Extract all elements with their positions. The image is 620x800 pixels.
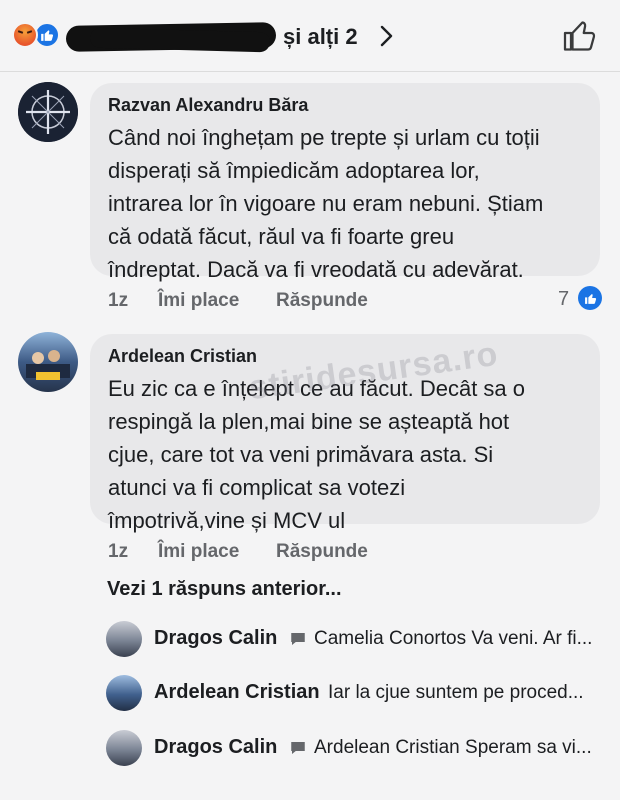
reply-author[interactable]: Dragos Calin xyxy=(154,627,277,650)
reply-arrow-icon xyxy=(291,633,305,645)
chevron-right-icon[interactable] xyxy=(374,24,398,48)
like-button[interactable]: Îmi place xyxy=(158,541,239,563)
group-photo-icon xyxy=(26,350,70,380)
reply-button[interactable]: Răspunde xyxy=(276,290,368,312)
comment-text: Eu zic ca e înțelept ce au făcut. Decât … xyxy=(108,376,526,533)
like-button[interactable]: Îmi place xyxy=(158,290,239,312)
others-count-label[interactable]: și alți 2 xyxy=(283,24,358,50)
reply-row[interactable]: Dragos Calin Ardelean Cristian Speram sa… xyxy=(106,730,606,766)
avatar[interactable] xyxy=(106,730,142,766)
avatar[interactable] xyxy=(18,332,78,392)
reply-row[interactable]: Dragos Calin Camelia Conortos Va veni. A… xyxy=(106,621,606,657)
reply-button[interactable]: Răspunde xyxy=(276,541,368,563)
reply-author[interactable]: Ardelean Cristian xyxy=(154,681,320,704)
comment-bubble: Razvan Alexandru Băra Când noi înghețam … xyxy=(90,83,600,282)
cross-emblem-icon xyxy=(18,82,78,142)
comment-author[interactable]: Razvan Alexandru Băra xyxy=(108,93,582,117)
like-badge-icon[interactable] xyxy=(578,286,602,310)
reply-row[interactable]: Ardelean Cristian Iar la cjue suntem pe … xyxy=(106,675,606,711)
reply-text: Ardelean Cristian Speram sa vi... xyxy=(314,737,592,758)
avatar[interactable] xyxy=(106,621,142,657)
comment-text: Când noi înghețam pe trepte și urlam cu … xyxy=(108,125,544,282)
reply-author[interactable]: Dragos Calin xyxy=(154,736,277,759)
avatar[interactable] xyxy=(18,82,78,142)
avatar[interactable] xyxy=(106,675,142,711)
reply-text: Camelia Conortos Va veni. Ar fi... xyxy=(314,628,593,649)
angry-reaction-icon xyxy=(12,22,38,48)
reactions-header[interactable]: și alți 2 xyxy=(0,0,620,72)
like-count[interactable]: 7 xyxy=(558,288,569,311)
view-previous-replies-link[interactable]: Vezi 1 răspuns anterior... xyxy=(107,578,342,601)
reply-text: Iar la cjue suntem pe proced... xyxy=(328,682,584,703)
reply-arrow-icon xyxy=(291,742,305,754)
comment-time[interactable]: 1z xyxy=(108,290,128,312)
thumbs-up-icon[interactable] xyxy=(562,18,598,54)
comment-time[interactable]: 1z xyxy=(108,541,128,563)
